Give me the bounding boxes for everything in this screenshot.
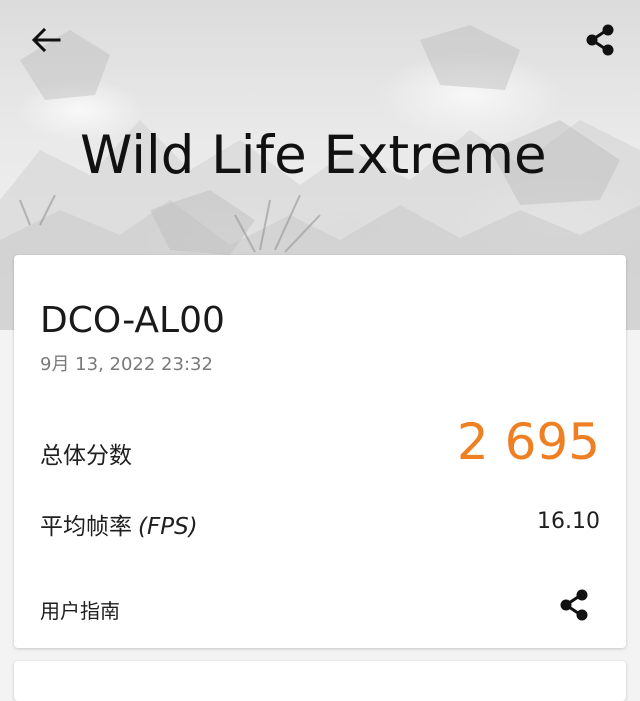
device-name: DCO-AL00 (40, 300, 225, 341)
next-card (14, 661, 626, 701)
average-fps-label: 平均帧率 (FPS) (40, 507, 198, 541)
overall-score-label: 总体分数 (40, 443, 132, 469)
share-result-button[interactable] (554, 585, 594, 625)
share-icon (560, 589, 588, 621)
share-icon (586, 24, 614, 56)
average-fps-value: 16.10 (537, 509, 600, 534)
average-fps-label-text: 平均帧率 (40, 514, 132, 540)
arrow-left-icon (31, 27, 61, 53)
overall-score-value: 2 695 (456, 413, 600, 471)
result-timestamp: 9月 13, 2022 23:32 (40, 354, 213, 375)
fps-unit: (FPS) (138, 514, 198, 540)
user-guide-link[interactable]: 用户指南 (40, 595, 120, 624)
result-card: DCO-AL00 9月 13, 2022 23:32 总体分数 2 695 平均… (14, 255, 626, 648)
benchmark-title: Wild Life Extreme (80, 125, 547, 186)
back-button[interactable] (26, 22, 66, 58)
share-button[interactable] (580, 20, 620, 60)
